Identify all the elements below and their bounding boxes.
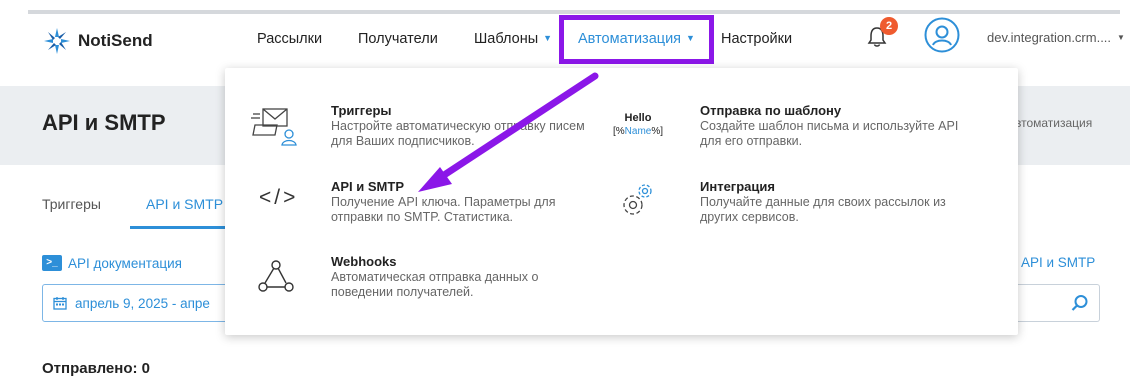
- dropdown-item-desc: Получение API ключа. Параметры для отпра…: [331, 195, 556, 224]
- chevron-down-icon: ▼: [543, 33, 553, 43]
- nav-templates-label: Шаблоны: [474, 31, 539, 47]
- calendar-icon: [53, 297, 67, 310]
- notisend-logo-icon: [44, 28, 70, 54]
- nav-recipients[interactable]: Получатели: [358, 31, 438, 47]
- dropdown-item-desc: Получайте данные для своих рассылок из д…: [700, 195, 946, 224]
- webhook-icon: [258, 260, 294, 292]
- dropdown-item-title: Интеграция: [700, 179, 775, 194]
- date-range-input[interactable]: апрель 9, 2025 - апре: [42, 284, 242, 322]
- notification-badge: 2: [880, 17, 898, 35]
- account-menu[interactable]: dev.integration.crm.... ▼: [987, 30, 1125, 45]
- envelope-user-icon: [251, 108, 297, 146]
- dropdown-item-title: API и SMTP: [331, 179, 404, 194]
- hello-line: Hello: [624, 112, 652, 124]
- search-field[interactable]: [1010, 284, 1100, 322]
- api-docs-label: API документация: [68, 255, 182, 271]
- sent-count: Отправлено: 0: [42, 360, 151, 377]
- api-smtp-link[interactable]: API и SMTP: [1021, 255, 1095, 270]
- name-placeholder: [%Name%]: [608, 125, 668, 138]
- placeholder-close: %]: [651, 126, 664, 137]
- dropdown-item-desc: Настройте автоматическую отправку писем …: [331, 119, 585, 148]
- hello-template-icon: Hello [%Name%]: [608, 112, 668, 138]
- nav-settings[interactable]: Настройки: [721, 31, 792, 47]
- dropdown-item-title: Webhooks: [331, 254, 397, 269]
- top-navbar: NotiSend Рассылки Получатели Шаблоны ▼ Ав…: [0, 14, 1130, 66]
- account-email: dev.integration.crm....: [987, 30, 1112, 45]
- brand-logo[interactable]: NotiSend: [42, 26, 153, 56]
- placeholder-open: [%: [612, 126, 625, 137]
- avatar-icon[interactable]: [924, 17, 960, 53]
- automation-dropdown: Триггеры Настройте автоматическую отправ…: [225, 68, 1018, 335]
- terminal-icon: >_: [42, 255, 62, 271]
- nav-mailings[interactable]: Рассылки: [257, 31, 322, 47]
- dropdown-item-title: Триггеры: [331, 103, 392, 118]
- breadcrumb[interactable]: втоматизация: [1015, 116, 1092, 130]
- brand-name: NotiSend: [78, 31, 153, 50]
- dropdown-item-desc: Автоматическая отправка данных о поведен…: [331, 270, 539, 299]
- tab-api-smtp[interactable]: API и SMTP: [146, 196, 223, 212]
- gears-icon: [623, 184, 652, 215]
- tab-bar: Триггеры API и SMTP: [0, 192, 240, 230]
- date-range-value: апрель 9, 2025 - апре: [75, 295, 210, 311]
- tab-active-indicator: [130, 226, 230, 229]
- dropdown-item-desc: Создайте шаблон письма и используйте API…: [700, 119, 959, 148]
- nav-templates[interactable]: Шаблоны ▼: [474, 31, 552, 47]
- chevron-down-icon: ▼: [1117, 33, 1125, 42]
- highlight-frame: [559, 15, 714, 64]
- code-icon: </>: [259, 186, 299, 209]
- placeholder-name: Name: [624, 126, 652, 137]
- search-icon[interactable]: [1071, 294, 1089, 312]
- api-docs-link[interactable]: >_ API документация: [42, 255, 182, 271]
- dropdown-item-title: Отправка по шаблону: [700, 103, 842, 118]
- tab-triggers[interactable]: Триггеры: [42, 196, 101, 212]
- page-title: API и SMTP: [42, 110, 166, 135]
